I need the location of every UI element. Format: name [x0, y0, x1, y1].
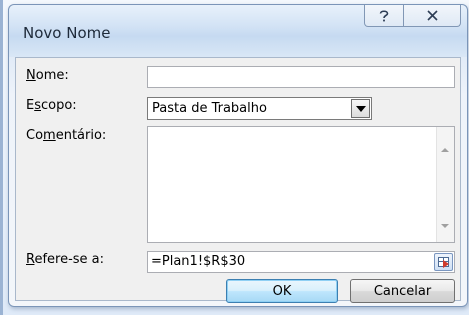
scope-select[interactable]: Pasta de Trabalho	[147, 97, 372, 120]
scroll-up-arrow-icon[interactable]	[441, 148, 449, 152]
comment-label: Comentário:	[26, 128, 107, 143]
range-select-icon[interactable]	[434, 253, 453, 271]
name-input[interactable]	[147, 66, 455, 88]
name-label: Nome:	[26, 68, 69, 83]
scroll-down-arrow-icon[interactable]	[441, 224, 449, 228]
refers-to-input[interactable]: =Plan1!$R$30	[147, 251, 455, 273]
new-name-dialog: Novo Nome Nome: Escopo: Pasta de Trabalh…	[8, 4, 468, 307]
close-button[interactable]	[404, 5, 461, 27]
close-icon	[426, 10, 438, 21]
scope-value: Pasta de Trabalho	[152, 101, 267, 116]
dialog-title: Novo Nome	[23, 24, 111, 42]
background-edge	[0, 0, 3, 315]
refers-to-value: =Plan1!$R$30	[151, 254, 246, 269]
comment-scrollbar[interactable]	[436, 127, 454, 242]
help-icon	[379, 9, 389, 21]
chevron-down-icon[interactable]	[351, 99, 370, 118]
comment-textarea[interactable]	[147, 126, 455, 243]
title-bar[interactable]: Novo Nome	[9, 5, 467, 57]
caption-buttons	[364, 5, 461, 27]
dialog-body: Nome: Escopo: Pasta de Trabalho Comentár…	[15, 57, 461, 303]
refers-to-label: Refere-se a:	[26, 252, 105, 267]
ok-button[interactable]: OK	[226, 279, 338, 303]
range-arrow-glyph	[443, 260, 449, 268]
help-button[interactable]	[364, 5, 404, 27]
cancel-button[interactable]: Cancelar	[350, 279, 455, 303]
scope-label: Escopo:	[26, 98, 77, 113]
